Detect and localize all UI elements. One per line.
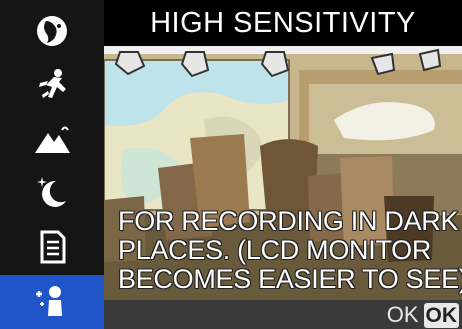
description-line: FOR RECORDING IN DARK — [117, 206, 459, 236]
landscape-icon — [35, 126, 70, 153]
document-icon — [40, 230, 66, 264]
footer-bar: OK OK — [104, 300, 462, 329]
mode-item-high-sensitivity[interactable] — [0, 275, 104, 329]
scene-mode-menu — [0, 0, 104, 329]
mode-item-sports[interactable] — [0, 58, 104, 112]
mode-item-portrait[interactable] — [0, 4, 104, 58]
ok-button-icon[interactable]: OK — [423, 302, 459, 328]
mode-item-landscape[interactable] — [0, 112, 104, 166]
night-portrait-icon — [37, 177, 66, 207]
sports-icon — [39, 69, 66, 98]
mode-item-document[interactable] — [0, 220, 104, 274]
mode-item-night-portrait[interactable] — [0, 166, 104, 220]
mode-description: FOR RECORDING IN DARK PLACES. (LCD MONIT… — [117, 206, 462, 294]
page-title: HIGH SENSITIVITY — [150, 6, 416, 39]
high-sensitivity-icon — [36, 286, 62, 316]
description-line: BECOMES EASIER TO SEE) — [117, 264, 462, 294]
ok-hint[interactable]: OK OK — [387, 302, 459, 328]
portrait-icon — [37, 16, 67, 46]
title-bar: HIGH SENSITIVITY — [104, 0, 462, 46]
description-line: PLACES. (LCD MONITOR — [117, 235, 432, 265]
ok-label: OK — [386, 302, 419, 327]
